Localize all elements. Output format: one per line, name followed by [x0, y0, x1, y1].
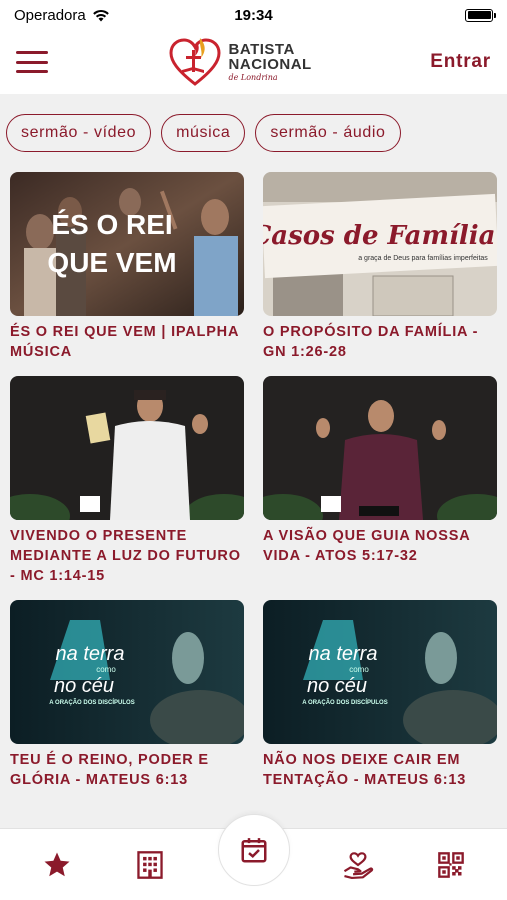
media-card[interactable]: A VISÃO QUE GUIA NOSSA VIDA - ATOS 5:17-…	[263, 376, 497, 586]
thumb-text-line2: QUE VEM	[47, 247, 176, 278]
status-bar: Operadora 19:34	[0, 0, 507, 30]
chip-sermon-video[interactable]: sermão - vídeo	[6, 114, 152, 152]
thumb-text-line1: na terra	[309, 643, 378, 665]
nav-donate[interactable]	[333, 840, 383, 890]
chip-sermon-audio[interactable]: sermão - áudio	[255, 114, 401, 152]
filter-chips: sermão - vídeo música sermão - áudio	[0, 94, 507, 152]
media-card[interactable]: Casos de Família a graça de Deus para fa…	[263, 172, 497, 362]
status-time: 19:34	[234, 6, 273, 24]
nav-favorites[interactable]	[32, 840, 82, 890]
video-thumbnail[interactable]	[263, 376, 497, 520]
bottom-navigation	[0, 813, 507, 900]
hamburger-menu-icon[interactable]	[16, 51, 48, 73]
thumb-text-line1: Casos de Família	[263, 221, 495, 251]
thumb-text-line1: na terra	[56, 643, 125, 665]
video-thumbnail[interactable]: Casos de Família a graça de Deus para fa…	[263, 172, 497, 316]
card-title: NÃO NOS DEIXE CAIR EM TENTAÇÃO - MATEUS …	[263, 752, 467, 788]
nav-qr[interactable]	[426, 840, 476, 890]
battery-icon	[465, 8, 496, 22]
logo-text: BATISTA NACIONAL de Londrina	[229, 42, 312, 82]
video-thumbnail[interactable]: na terra como no céu A ORAÇÃO DOS DISCÍP…	[263, 600, 497, 744]
content-area: sermão - vídeo música sermão - áudio ÉS …	[0, 94, 507, 828]
media-grid: ÉS O REI QUE VEM ÉS O REI QUE VEM | IPAL…	[0, 152, 507, 790]
qr-code-icon	[437, 851, 464, 878]
thumb-text-line1: ÉS O REI	[51, 209, 172, 240]
card-title: A VISÃO QUE GUIA NOSSA VIDA - ATOS 5:17-…	[263, 528, 470, 564]
nav-events[interactable]	[217, 813, 290, 886]
video-thumbnail[interactable]: ÉS O REI QUE VEM	[10, 172, 244, 316]
thumb-text-line3: no céu	[54, 675, 114, 697]
wifi-icon	[92, 9, 109, 21]
status-left: Operadora	[14, 7, 174, 24]
thumb-text-line2: como	[349, 665, 369, 674]
thumb-text-line2: como	[96, 665, 116, 674]
logo-line1: BATISTA	[228, 41, 295, 58]
media-card[interactable]: na terra como no céu A ORAÇÃO DOS DISCÍP…	[263, 600, 497, 790]
thumb-text-line2: a graça de Deus para famílias imperfeita…	[358, 255, 488, 262]
media-card[interactable]: ÉS O REI QUE VEM ÉS O REI QUE VEM | IPAL…	[10, 172, 244, 362]
app-header: BATISTA NACIONAL de Londrina Entrar	[0, 30, 507, 94]
building-icon	[136, 850, 163, 879]
thumb-text-line4: A ORAÇÃO DOS DISCÍPULOS	[49, 698, 134, 706]
thumb-text-line4: A ORAÇÃO DOS DISCÍPULOS	[302, 698, 387, 706]
nav-church[interactable]	[125, 840, 175, 890]
church-logo: BATISTA NACIONAL de Londrina	[167, 34, 312, 90]
video-thumbnail[interactable]: na terra como no céu A ORAÇÃO DOS DISCÍP…	[10, 600, 244, 744]
logo-line2: NACIONAL	[228, 56, 312, 73]
star-icon	[44, 852, 69, 876]
card-title: TEU É O REINO, PODER E GLÓRIA - MATEUS 6…	[10, 752, 209, 788]
heart-cross-logo-icon	[169, 38, 221, 86]
thumb-text-line3: no céu	[307, 675, 367, 697]
logo-subtitle: de Londrina	[228, 73, 278, 82]
media-card[interactable]: na terra como no céu A ORAÇÃO DOS DISCÍP…	[10, 600, 244, 790]
video-thumbnail[interactable]	[10, 376, 244, 520]
card-title: O PROPÓSITO DA FAMÍLIA - GN 1:26-28	[263, 324, 479, 360]
login-button[interactable]: Entrar	[430, 51, 491, 73]
chip-music[interactable]: música	[161, 114, 246, 152]
carrier-label: Operadora	[14, 6, 86, 24]
media-card[interactable]: VIVENDO O PRESENTE MEDIANTE A LUZ DO FUT…	[10, 376, 244, 586]
status-right	[333, 8, 496, 22]
heart-hand-icon	[343, 851, 373, 879]
calendar-check-icon	[241, 837, 266, 862]
card-title: ÉS O REI QUE VEM | IPALPHA MÚSICA	[10, 324, 239, 360]
card-title: VIVENDO O PRESENTE MEDIANTE A LUZ DO FUT…	[10, 528, 241, 584]
